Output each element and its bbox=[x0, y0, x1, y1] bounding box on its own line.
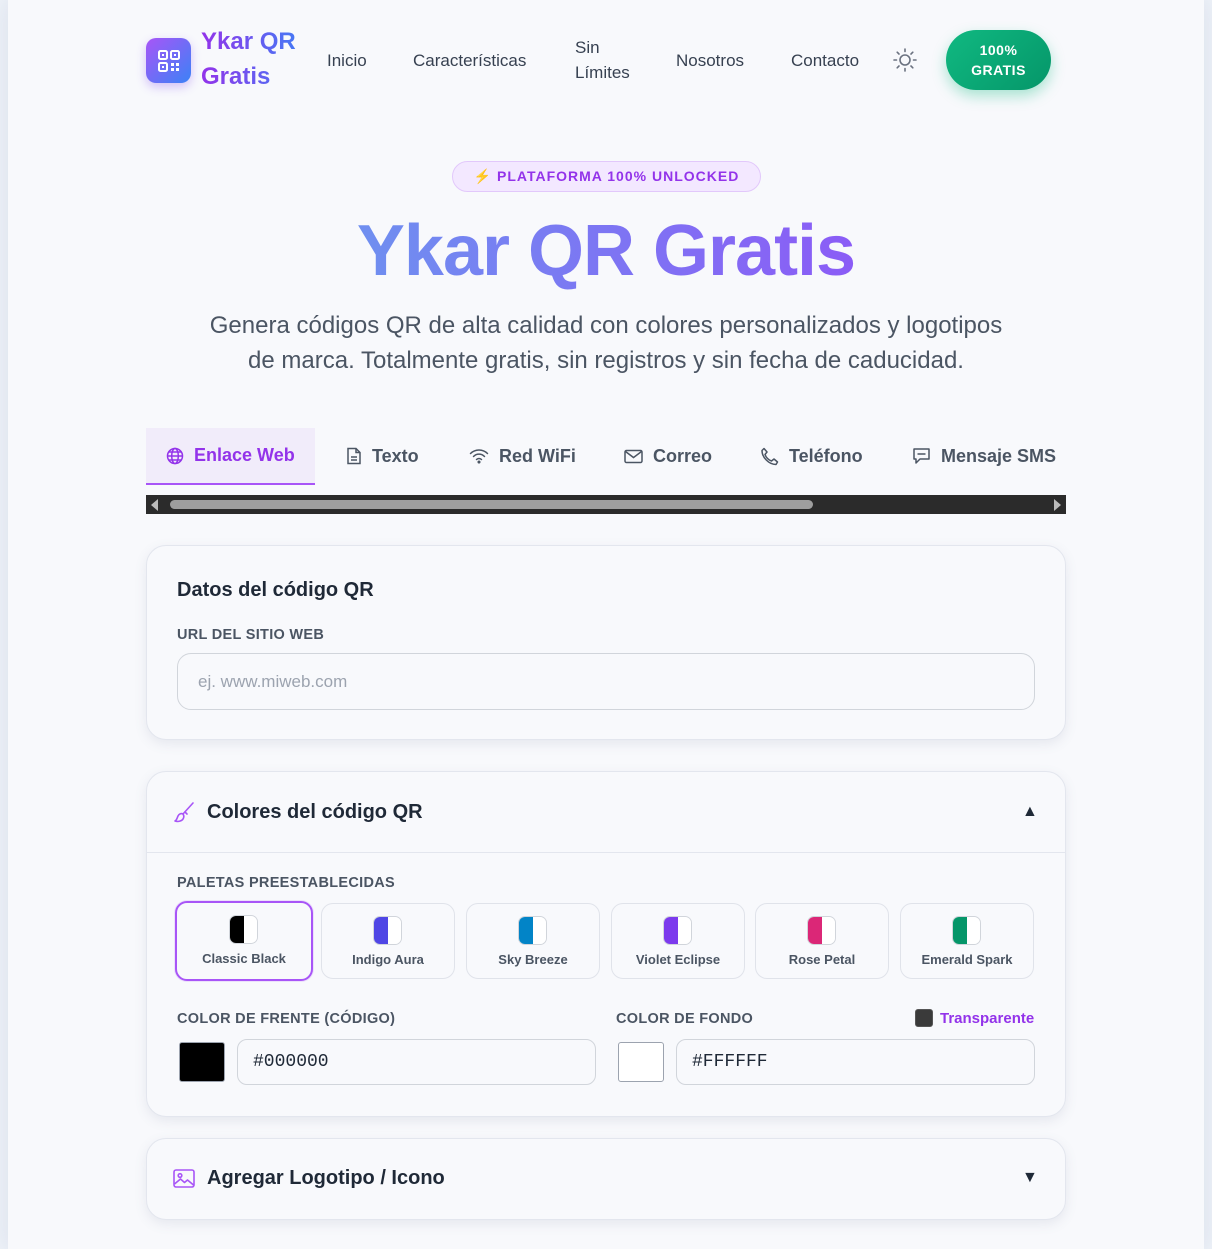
nav-sin-limites-line2[interactable]: Límites bbox=[575, 60, 630, 85]
globe-icon bbox=[166, 447, 184, 464]
tab-enlace-web[interactable]: Enlace Web bbox=[146, 428, 315, 485]
palette-swatch bbox=[807, 916, 836, 945]
scroll-right-arrow-icon[interactable] bbox=[1054, 499, 1061, 511]
tab-label: Teléfono bbox=[789, 445, 863, 466]
fg-color-label: COLOR DE FRENTE (CÓDIGO) bbox=[177, 1011, 396, 1027]
document-icon bbox=[347, 447, 361, 465]
tab-correo[interactable]: Correo bbox=[624, 428, 712, 484]
palette-swatch bbox=[663, 916, 692, 945]
hero-title: Ykar QR Gratis bbox=[8, 210, 1204, 292]
palette-emerald-spark[interactable]: Emerald Spark bbox=[900, 903, 1034, 979]
expand-arrow-icon[interactable]: ▼ bbox=[1022, 1169, 1038, 1187]
nav-nosotros[interactable]: Nosotros bbox=[676, 48, 744, 73]
palette-name: Emerald Spark bbox=[921, 952, 1013, 967]
hero-title-text: Ykar QR Gratis bbox=[356, 211, 856, 291]
wifi-icon bbox=[469, 449, 489, 464]
qr-type-tabs: Enlace Web Texto Red WiFi Correo Teléfon… bbox=[146, 428, 1066, 486]
fg-color-hex-input[interactable] bbox=[237, 1039, 596, 1085]
cta-line-1: 100% bbox=[979, 42, 1018, 58]
logo-line-2: Gratis bbox=[201, 63, 271, 90]
palette-name: Violet Eclipse bbox=[635, 952, 721, 967]
nav-caracteristicas[interactable]: Características bbox=[413, 48, 526, 73]
scroll-left-arrow-icon[interactable] bbox=[151, 499, 158, 511]
palette-swatch bbox=[952, 916, 981, 945]
palette-name: Indigo Aura bbox=[352, 952, 424, 967]
palette-violet-eclipse[interactable]: Violet Eclipse bbox=[611, 903, 745, 979]
nav-inicio[interactable]: Inicio bbox=[327, 48, 367, 73]
bg-color-hex-input[interactable] bbox=[676, 1039, 1035, 1085]
transparent-label[interactable]: Transparente bbox=[940, 1010, 1034, 1027]
qr-colors-card: Colores del código QR ▲ PALETAS PREESTAB… bbox=[146, 771, 1066, 1117]
palettes-label: PALETAS PREESTABLECIDAS bbox=[177, 875, 395, 891]
tab-label: Mensaje SMS bbox=[941, 445, 1057, 466]
hero-subtitle-line-2: de marca. Totalmente gratis, sin registr… bbox=[248, 347, 964, 374]
fg-color-picker[interactable] bbox=[179, 1042, 225, 1082]
hero-subtitle: Genera códigos QR de alta calidad con co… bbox=[178, 308, 1034, 378]
tab-mensaje-sms[interactable]: Mensaje SMS bbox=[912, 428, 1056, 484]
phone-icon bbox=[761, 447, 779, 465]
palette-swatch bbox=[229, 915, 258, 944]
platform-badge: ⚡ PLATAFORMA 100% UNLOCKED bbox=[452, 161, 761, 192]
tabs-scrollbar[interactable] bbox=[146, 495, 1066, 514]
qr-logo-icon[interactable] bbox=[146, 38, 191, 83]
palette-name: Rose Petal bbox=[788, 952, 856, 967]
tab-label: Red WiFi bbox=[499, 445, 576, 466]
image-icon bbox=[173, 1169, 195, 1188]
tab-texto[interactable]: Texto bbox=[346, 428, 419, 484]
sms-icon bbox=[913, 448, 930, 464]
qr-data-title: Datos del código QR bbox=[177, 579, 374, 601]
palette-name: Classic Black bbox=[202, 951, 286, 966]
tab-label: Texto bbox=[372, 445, 419, 466]
header: Ykar QR Gratis Inicio Características Si… bbox=[8, 0, 1204, 120]
tab-red-wifi[interactable]: Red WiFi bbox=[469, 428, 576, 484]
tab-telefono[interactable]: Teléfono bbox=[760, 428, 863, 484]
palette-swatch bbox=[518, 916, 547, 945]
mail-icon bbox=[624, 449, 643, 463]
collapse-arrow-icon[interactable]: ▲ bbox=[1022, 803, 1038, 821]
logo-upload-card[interactable]: Agregar Logotipo / Icono ▼ bbox=[146, 1138, 1066, 1220]
palette-classic-black[interactable]: Classic Black bbox=[175, 901, 313, 981]
tab-label: Correo bbox=[653, 445, 713, 466]
palette-sky-breeze[interactable]: Sky Breeze bbox=[466, 903, 600, 979]
scrollbar-thumb[interactable] bbox=[170, 500, 813, 509]
colors-section-header[interactable]: Colores del código QR ▲ bbox=[147, 772, 1065, 853]
palette-rose-petal[interactable]: Rose Petal bbox=[755, 903, 889, 979]
colors-title: Colores del código QR bbox=[207, 801, 423, 823]
logo-card-title: Agregar Logotipo / Icono bbox=[207, 1167, 445, 1189]
palette-swatch bbox=[373, 916, 402, 945]
nav-sin-limites-line1[interactable]: Sin bbox=[575, 35, 600, 60]
tab-label: Enlace Web bbox=[194, 445, 295, 465]
palette-indigo-aura[interactable]: Indigo Aura bbox=[321, 903, 455, 979]
url-input[interactable] bbox=[177, 653, 1035, 710]
sun-icon[interactable] bbox=[892, 47, 918, 73]
bg-color-label: COLOR DE FONDO bbox=[616, 1011, 754, 1027]
cta-line-2: GRATIS bbox=[971, 62, 1026, 78]
url-label: URL DEL SITIO WEB bbox=[177, 627, 325, 643]
page: Ykar QR Gratis Inicio Características Si… bbox=[8, 0, 1204, 1249]
qr-data-card: Datos del código QR URL DEL SITIO WEB bbox=[146, 545, 1066, 740]
palette-name: Sky Breeze bbox=[498, 952, 568, 967]
hero-subtitle-line-1: Genera códigos QR de alta calidad con co… bbox=[209, 312, 1003, 339]
bg-color-picker[interactable] bbox=[618, 1042, 664, 1082]
site-logo-text[interactable]: Ykar QR Gratis bbox=[201, 24, 311, 94]
free-cta-button[interactable]: 100% GRATIS bbox=[946, 30, 1051, 90]
nav-contacto[interactable]: Contacto bbox=[791, 48, 859, 73]
transparent-checkbox[interactable] bbox=[915, 1009, 933, 1027]
brush-icon bbox=[174, 802, 194, 823]
logo-line-1: Ykar QR bbox=[201, 28, 296, 55]
